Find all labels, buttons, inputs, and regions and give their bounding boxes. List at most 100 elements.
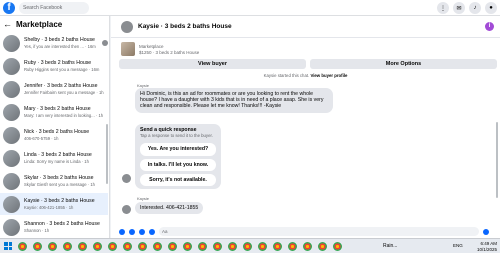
chrome-icon[interactable]: [18, 241, 27, 251]
like-icon[interactable]: [483, 228, 489, 235]
listing-summary[interactable]: Marketplace $1250 · 3 beds 2 baths House: [121, 42, 199, 56]
avatar: [3, 195, 20, 213]
chrome-icon[interactable]: [288, 241, 297, 251]
sidebar-header: ← Marketplace: [0, 16, 109, 32]
chat-started-notice: Kaysie started this chat. View buyer pro…: [111, 73, 500, 78]
message-bubble: Hi Dominic, is this an ad for roommates …: [135, 88, 333, 113]
chat-panel: Kaysie · 3 beds 2 baths House i Marketpl…: [111, 16, 500, 238]
listing-thumbnail: [121, 42, 135, 56]
avatar: [3, 218, 20, 236]
conversation-title: Nick · 3 beds 2 baths House: [24, 129, 90, 135]
top-navigation-bar: f Search Facebook ⋮ ✉ ♪ ●: [0, 0, 500, 16]
chrome-icon[interactable]: [108, 241, 117, 251]
chrome-icon[interactable]: [138, 241, 147, 251]
chrome-icon[interactable]: [213, 241, 222, 251]
conversation-item[interactable]: Jennifer · 3 beds 2 baths House Jennifer …: [0, 78, 108, 100]
chrome-icon[interactable]: [63, 241, 72, 251]
quick-response-subtitle: Tap a response to send it to the buyer.: [140, 133, 213, 139]
quick-response-option[interactable]: Sorry, it's not available.: [140, 173, 216, 187]
language-indicator[interactable]: ENG: [453, 243, 463, 248]
conversation-item[interactable]: Skylar · 3 beds 2 baths House Skylar Gies…: [0, 170, 108, 192]
conversation-item[interactable]: Shannon · 3 beds 2 baths House Shannon · …: [0, 216, 108, 238]
conversation-preview: Yes, if you are interested then ... · 16…: [24, 44, 96, 49]
conversation-preview: Jennifer Fairbairn sent you a message · …: [24, 90, 104, 95]
conversation-item[interactable]: Nick · 3 beds 2 baths House 406-670-5759 …: [0, 124, 108, 146]
clock-date: 10/1/2025: [476, 246, 497, 252]
chrome-icon[interactable]: [258, 241, 267, 251]
message-bubble: Interested. 406-421-1855: [135, 202, 204, 215]
chrome-icon[interactable]: [48, 241, 57, 251]
quick-response-option[interactable]: In talks. I'll let you know.: [140, 158, 216, 171]
chat-title[interactable]: Kaysie · 3 beds 2 baths House: [138, 23, 232, 30]
chrome-icon[interactable]: [243, 241, 252, 251]
more-options-button[interactable]: More Options: [310, 59, 497, 69]
weather-widget[interactable]: Rain...: [383, 243, 397, 249]
conversation-preview: Skylar Giesfr sent you a message · 1h: [24, 182, 95, 187]
chat-header: Kaysie · 3 beds 2 baths House: [111, 16, 500, 38]
notice-text: Kaysie started this chat.: [263, 73, 310, 78]
chrome-icon[interactable]: [93, 241, 102, 251]
chrome-icon[interactable]: [198, 241, 207, 251]
avatar: [3, 126, 20, 144]
chrome-icon[interactable]: [318, 241, 327, 251]
chrome-icon[interactable]: [183, 241, 192, 251]
conversation-item[interactable]: Linda · 3 beds 2 baths House Linda: Sorry…: [0, 147, 108, 169]
menu-grid-icon[interactable]: ⋮: [437, 2, 449, 14]
chrome-icon[interactable]: [273, 241, 282, 251]
quick-response-option[interactable]: Yes. Are you interested?: [140, 143, 216, 156]
message-composer: Aa: [111, 225, 500, 238]
chrome-icon[interactable]: [33, 241, 42, 251]
message-input[interactable]: Aa: [159, 227, 479, 236]
top-right-icons: ⋮ ✉ ♪ ●: [437, 2, 497, 14]
profile-avatar[interactable]: ●: [485, 2, 497, 14]
windows-taskbar: Rain... ENG 6:49 AM 10/1/2025: [0, 238, 500, 253]
messenger-icon[interactable]: ✉: [453, 2, 465, 14]
conversation-item[interactable]: Mary · 3 beds 2 baths House Mary: I am ve…: [0, 101, 108, 123]
conversation-preview: Ruby Higgins sent you a message · 16m: [24, 67, 100, 72]
view-buyer-button[interactable]: View buyer: [119, 59, 306, 69]
search-input[interactable]: Search Facebook: [19, 2, 89, 14]
gif-icon[interactable]: [149, 228, 155, 235]
conversation-title: Kaysie · 3 beds 2 baths House: [24, 198, 95, 204]
back-arrow-icon[interactable]: ←: [3, 19, 12, 29]
info-icon[interactable]: i: [485, 22, 494, 31]
marketplace-sidebar: ← Marketplace Shelby · 3 beds 2 baths Ho…: [0, 16, 110, 238]
action-buttons: View buyer More Options: [119, 59, 497, 69]
sticker-icon[interactable]: [139, 228, 145, 235]
avatar: [3, 103, 20, 121]
sidebar-scrollbar[interactable]: [106, 124, 108, 184]
chrome-icon[interactable]: [123, 241, 132, 251]
plus-icon[interactable]: [119, 228, 125, 235]
chrome-icon[interactable]: [153, 241, 162, 251]
chrome-icon[interactable]: [78, 241, 87, 251]
avatar[interactable]: [121, 20, 133, 33]
conversation-title: Shannon · 3 beds 2 baths House: [24, 221, 100, 227]
conversation-item-active[interactable]: Kaysie · 3 beds 2 baths House Kaysie: 406…: [0, 193, 108, 215]
conversation-title: Ruby · 3 beds 2 baths House: [24, 60, 92, 66]
conversation-item[interactable]: Ruby · 3 beds 2 baths House Ruby Higgins …: [0, 55, 108, 77]
listing-price-title: $1250 · 3 beds 2 baths House: [139, 49, 200, 55]
avatar: [3, 149, 20, 167]
chat-scrollbar[interactable]: [496, 122, 498, 198]
camera-icon[interactable]: [129, 228, 135, 235]
conversation-title: Jennifer · 3 beds 2 baths House: [24, 83, 98, 89]
notifications-bell-icon[interactable]: ♪: [469, 2, 481, 14]
chrome-icon[interactable]: [333, 241, 342, 251]
conversation-title: Skylar · 3 beds 2 baths House: [24, 175, 94, 181]
conversation-preview: Shannon · 1h: [24, 228, 50, 233]
windows-start-icon[interactable]: [4, 242, 12, 250]
view-buyer-profile-link[interactable]: View buyer profile: [310, 73, 347, 78]
conversation-title: Linda · 3 beds 2 baths House: [24, 152, 92, 158]
facebook-logo-icon[interactable]: f: [3, 2, 15, 14]
chrome-icon[interactable]: [168, 241, 177, 251]
avatar: [3, 34, 20, 52]
conversation-title: Shelby · 3 beds 2 baths House: [24, 37, 95, 43]
listing-source: Marketplace: [139, 43, 164, 49]
clock-time: 6:49 AM: [480, 241, 497, 246]
chrome-icon[interactable]: [303, 241, 312, 251]
chrome-icon[interactable]: [228, 241, 237, 251]
clock[interactable]: 6:49 AM 10/1/2025: [477, 241, 497, 252]
avatar: [122, 205, 131, 214]
avatar: [122, 174, 131, 183]
conversation-item[interactable]: Shelby · 3 beds 2 baths House Yes, if you…: [0, 32, 108, 54]
